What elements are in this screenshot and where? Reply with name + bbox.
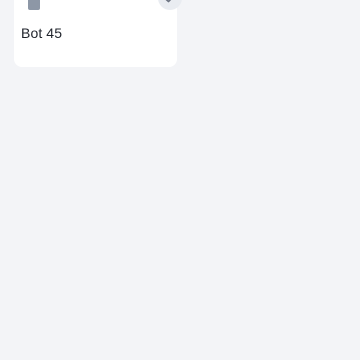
bot-avatar-icon [28,0,40,10]
checkmark-icon[interactable] [158,0,182,10]
bot-name: Bot 45 [21,25,63,41]
checkmark-glyph [165,0,172,3]
page: Bot 45 [0,0,360,360]
bot-card[interactable]: Bot 45 [14,0,182,67]
